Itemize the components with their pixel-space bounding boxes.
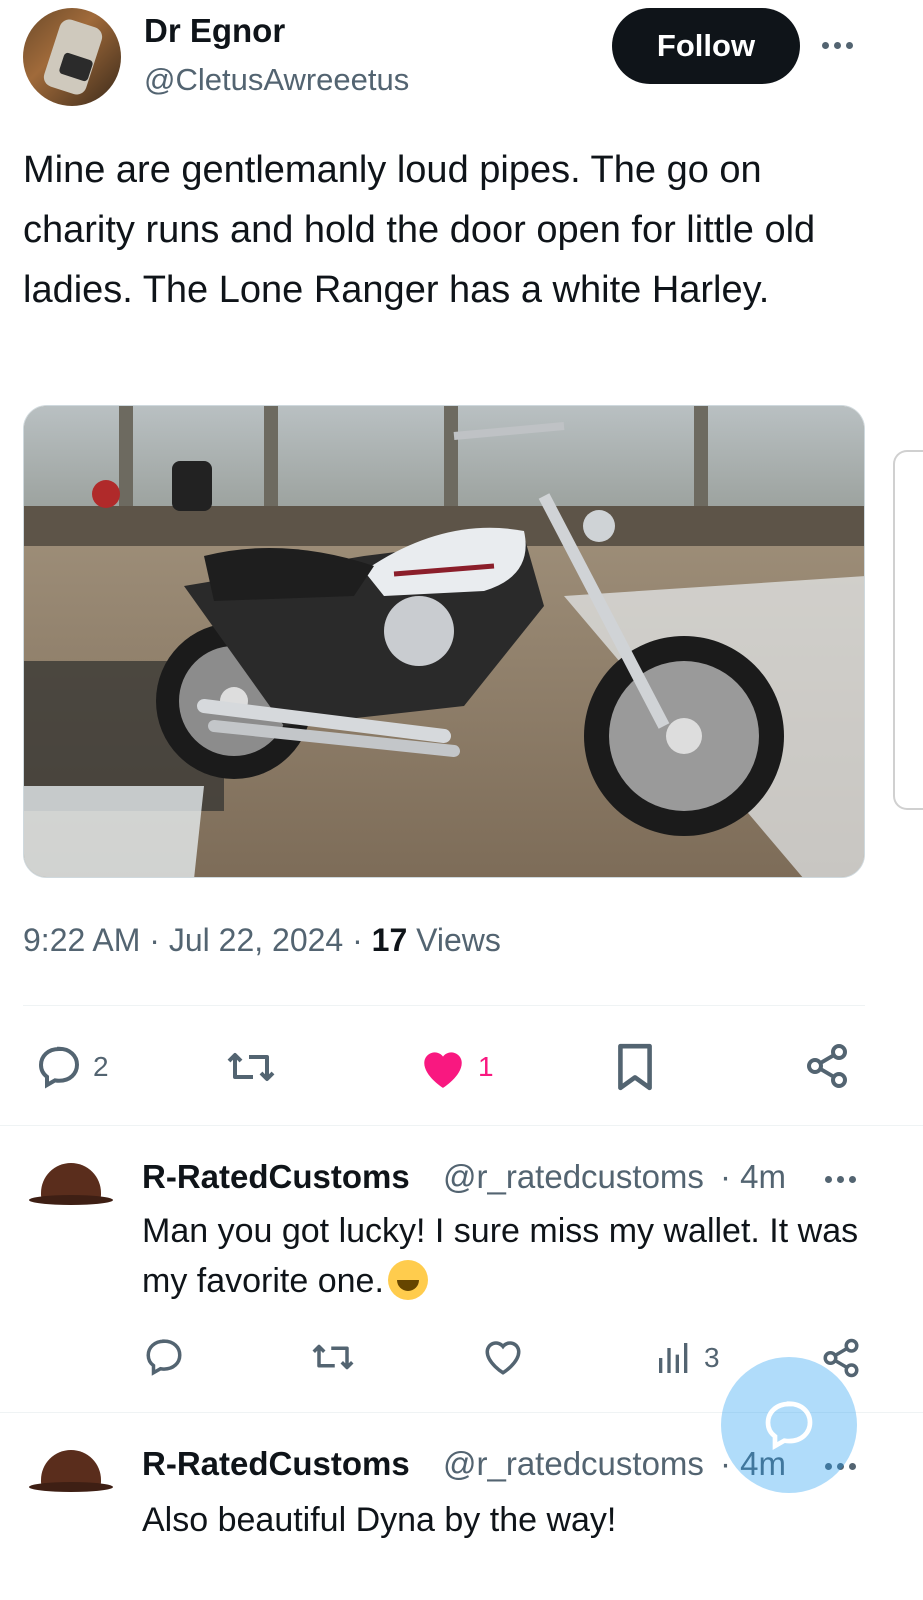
like-icon	[424, 1052, 462, 1088]
compose-reply-button[interactable]	[721, 1357, 857, 1493]
author-handle[interactable]: @CletusAwreeetus	[144, 62, 409, 98]
author-name[interactable]: Dr Egnor	[144, 12, 285, 50]
reply-avatar[interactable]	[23, 1442, 119, 1538]
share-button[interactable]	[803, 1041, 851, 1091]
like-icon	[485, 1341, 521, 1375]
more-icon[interactable]	[822, 42, 853, 49]
like-button[interactable]	[482, 1336, 524, 1378]
author-avatar[interactable]	[23, 8, 121, 106]
divider	[0, 1125, 923, 1126]
reply-button[interactable]: 2	[35, 1043, 109, 1091]
repost-button[interactable]	[225, 1043, 277, 1091]
reply-author-handle[interactable]: @r_ratedcustoms	[443, 1445, 717, 1483]
views-label: Views	[416, 922, 501, 958]
views-icon	[659, 1343, 688, 1373]
repost-icon	[227, 1053, 275, 1081]
like-button[interactable]: 1	[418, 1043, 494, 1091]
meta-separator: ·	[352, 922, 363, 958]
meta-separator: ·	[149, 922, 160, 958]
reply-time: · 4m	[720, 1158, 787, 1195]
compose-icon	[765, 1401, 813, 1451]
reply-text: Also beautiful Dyna by the way!	[142, 1501, 617, 1539]
reply-author-name[interactable]: R-RatedCustoms	[142, 1158, 410, 1196]
share-icon	[807, 1044, 847, 1088]
reply-author-handle[interactable]: @r_ratedcustoms	[443, 1158, 717, 1196]
reply-icon	[38, 1046, 80, 1089]
reply-author-name[interactable]: R-RatedCustoms	[142, 1445, 410, 1483]
tweet-time: 9:22 AM	[23, 922, 141, 958]
repost-icon	[312, 1344, 354, 1370]
divider	[23, 1005, 865, 1006]
motorcycle-photo	[24, 406, 864, 877]
reply-avatar[interactable]	[23, 1155, 119, 1251]
laughing-emoji-icon	[387, 1260, 428, 1300]
tweet-image[interactable]	[23, 405, 865, 878]
reply-button[interactable]	[143, 1336, 185, 1378]
scrollbar[interactable]	[893, 450, 923, 810]
repost-button[interactable]	[310, 1336, 356, 1378]
tweet-meta: 9:22 AM · Jul 22, 2024 · 17 Views	[23, 922, 501, 959]
like-count: 1	[478, 1051, 494, 1082]
views-count: 17	[371, 922, 408, 958]
tweet-text: Mine are gentlemanly loud pipes. The go …	[23, 149, 816, 311]
reply-views-count: 3	[704, 1342, 720, 1373]
more-icon[interactable]	[825, 1176, 856, 1183]
views-button[interactable]: 3	[654, 1338, 720, 1378]
tweet-date: Jul 22, 2024	[168, 922, 344, 958]
follow-button[interactable]: Follow	[612, 8, 800, 84]
reply-icon	[146, 1339, 182, 1376]
reply-count: 2	[93, 1051, 109, 1082]
reply-text: Man you got lucky! I sure miss my wallet…	[142, 1212, 859, 1300]
bookmark-button[interactable]	[614, 1042, 656, 1092]
bookmark-icon	[618, 1043, 652, 1091]
